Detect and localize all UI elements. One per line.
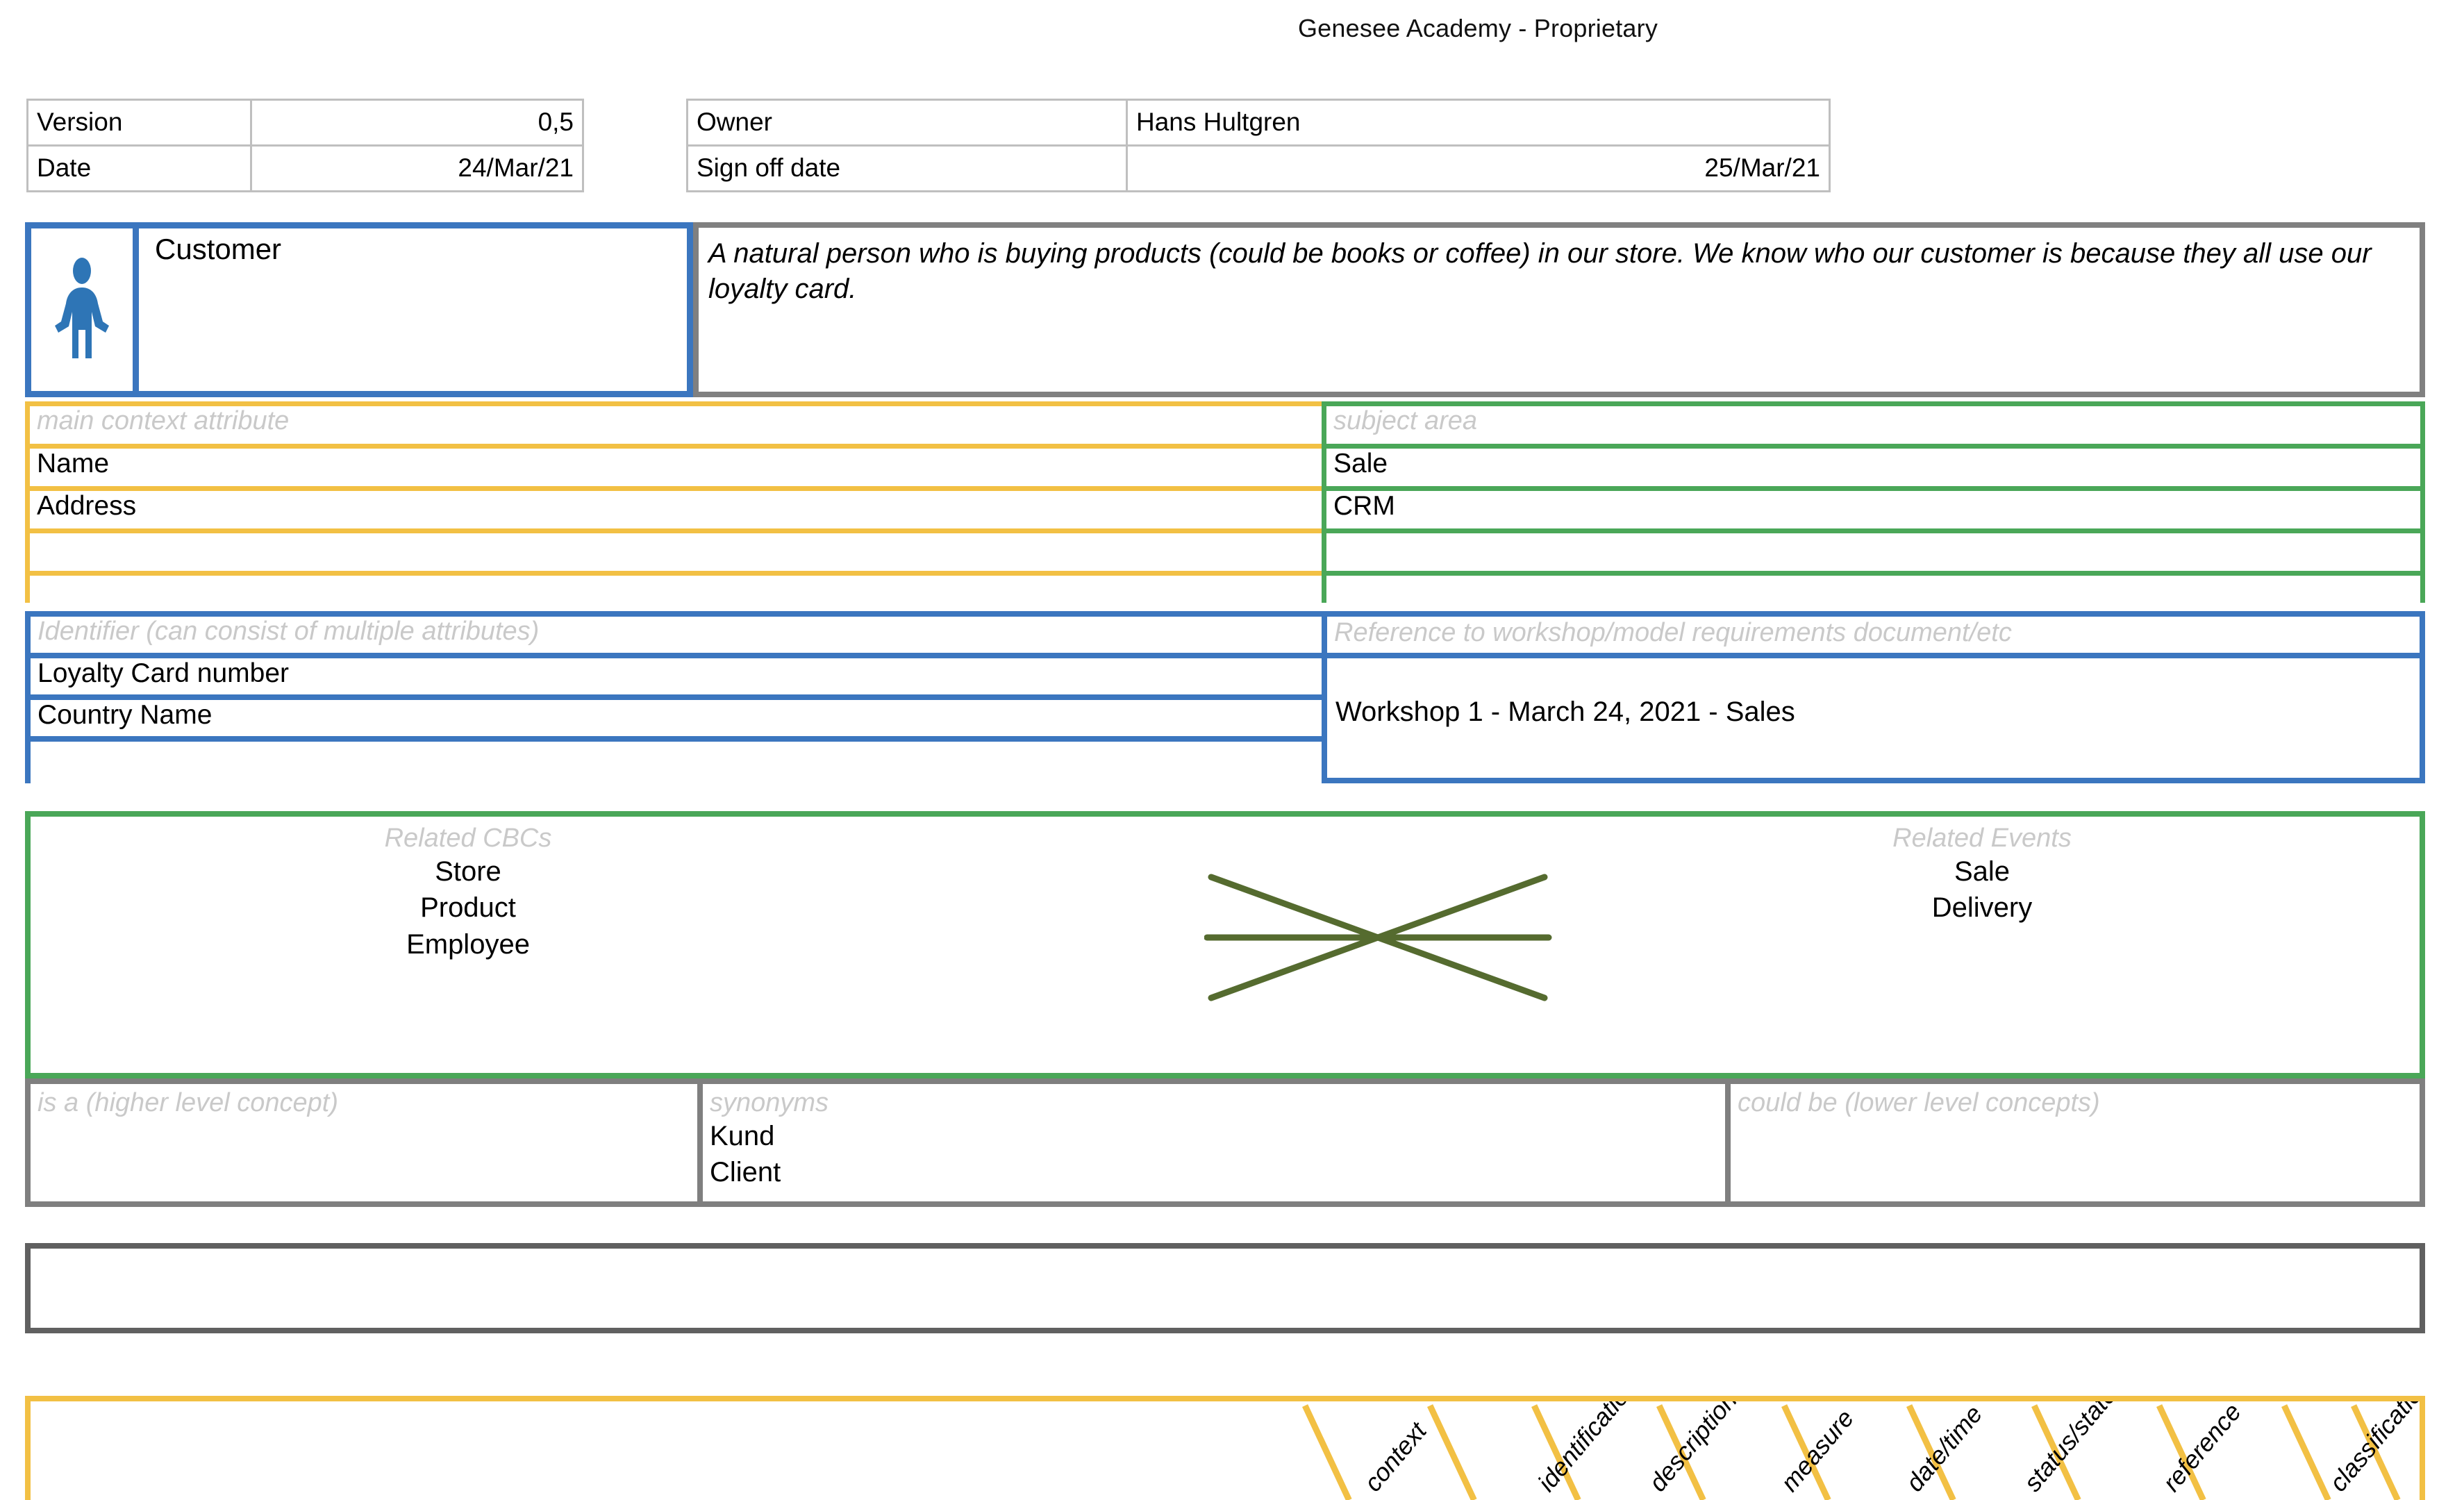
person-icon	[31, 228, 139, 391]
attribute-item[interactable]: Name	[30, 449, 1335, 491]
identifier-item[interactable]: Loyalty Card number	[31, 658, 1335, 700]
matrix-column-separator	[1427, 1404, 1477, 1500]
synonyms-hint: synonyms	[710, 1088, 829, 1117]
attributes-hint: main context attribute	[30, 406, 1335, 449]
matrix-column-header: classification	[2323, 1396, 2425, 1497]
many-to-many-crows-foot-symbol	[1204, 874, 1552, 1001]
could-be-cell[interactable]: could be (lower level concepts)	[1725, 1084, 2414, 1201]
document-header: Genesee Academy - Proprietary	[0, 14, 2464, 43]
signoff-date-label: Sign off date	[686, 144, 1128, 192]
reference-value[interactable]: Workshop 1 - March 24, 2021 - Sales	[1327, 658, 2420, 778]
related-cbc-item[interactable]: Employee	[31, 926, 906, 963]
matrix-column-header: reference	[2156, 1397, 2247, 1497]
matrix-column-separator	[1302, 1404, 1352, 1500]
synonyms-cell[interactable]: synonyms Kund Client	[697, 1084, 1725, 1201]
related-concepts-box: Related CBCs Store Product Employee Rela…	[25, 811, 2425, 1078]
related-event-item[interactable]: Sale	[1545, 853, 2420, 890]
concept-name-box[interactable]: Customer	[25, 222, 693, 397]
concept-name[interactable]: Customer	[147, 228, 688, 391]
identifier-item[interactable]	[31, 742, 1335, 786]
table-row: Version 0,5	[26, 99, 584, 147]
matrix-column-header: context	[1358, 1417, 1432, 1497]
subject-area-lane: subject area Sale CRM	[1322, 401, 2425, 619]
main-context-attributes-lane: main context attribute Name Address	[25, 401, 1340, 619]
identifier-lane: Identifier (can consist of multiple attr…	[25, 611, 1340, 786]
synonym-item[interactable]: Kund	[710, 1118, 1725, 1154]
concept-header-row: Customer A natural person who is buying …	[25, 222, 2425, 397]
identifier-hint: Identifier (can consist of multiple attr…	[31, 617, 1335, 658]
owner-value[interactable]: Hans Hultgren	[1126, 99, 1831, 147]
version-date-table: Version 0,5 Date 24/Mar/21	[26, 99, 584, 192]
concept-definition[interactable]: A natural person who is buying products …	[693, 222, 2425, 397]
related-cbc-item[interactable]: Store	[31, 853, 906, 890]
related-cbcs-column: Related CBCs Store Product Employee	[31, 817, 906, 1073]
matrix-column-separator	[2281, 1404, 2331, 1500]
related-cbc-item[interactable]: Product	[31, 890, 906, 926]
version-value[interactable]: 0,5	[250, 99, 584, 147]
could-be-hint: could be (lower level concepts)	[1738, 1088, 2100, 1117]
is-a-cell[interactable]: is a (higher level concept)	[31, 1084, 697, 1201]
identifier-item[interactable]: Country Name	[31, 700, 1335, 742]
subject-area-item[interactable]: Sale	[1326, 449, 2420, 491]
table-row: Sign off date 25/Mar/21	[686, 144, 1831, 192]
table-row: Owner Hans Hultgren	[686, 99, 1831, 147]
attribute-type-matrix: context identification description measure d…	[25, 1396, 2425, 1500]
matrix-column-header: identification	[1531, 1396, 1643, 1497]
related-events-column: Related Events Sale Delivery	[1545, 817, 2420, 1073]
attribute-item[interactable]	[30, 533, 1335, 576]
related-events-hint: Related Events	[1892, 824, 2072, 853]
synonym-item[interactable]: Client	[710, 1154, 1725, 1190]
table-row: Date 24/Mar/21	[26, 144, 584, 192]
version-label: Version	[26, 99, 252, 147]
subject-area-item[interactable]: CRM	[1326, 491, 2420, 533]
signoff-date-value[interactable]: 25/Mar/21	[1126, 144, 1831, 192]
related-cbcs-hint: Related CBCs	[384, 824, 552, 853]
owner-signoff-table: Owner Hans Hultgren Sign off date 25/Mar…	[686, 99, 1831, 192]
hierarchy-row: is a (higher level concept) synonyms Kun…	[25, 1078, 2425, 1207]
date-value[interactable]: 24/Mar/21	[250, 144, 584, 192]
subject-area-hint: subject area	[1326, 406, 2420, 449]
date-label: Date	[26, 144, 252, 192]
attribute-item[interactable]: Address	[30, 491, 1335, 533]
reference-hint: Reference to workshop/model requirements…	[1327, 617, 2420, 658]
related-event-item[interactable]: Delivery	[1545, 890, 2420, 926]
proprietary-notice: Genesee Academy - Proprietary	[1297, 14, 1658, 42]
is-a-hint: is a (higher level concept)	[38, 1088, 338, 1117]
subject-area-item[interactable]	[1326, 533, 2420, 576]
reference-lane: Reference to workshop/model requirements…	[1322, 611, 2425, 783]
notes-box[interactable]	[25, 1243, 2425, 1333]
cbc-template-page: Genesee Academy - Proprietary Version 0,…	[0, 0, 2464, 1500]
owner-label: Owner	[686, 99, 1128, 147]
